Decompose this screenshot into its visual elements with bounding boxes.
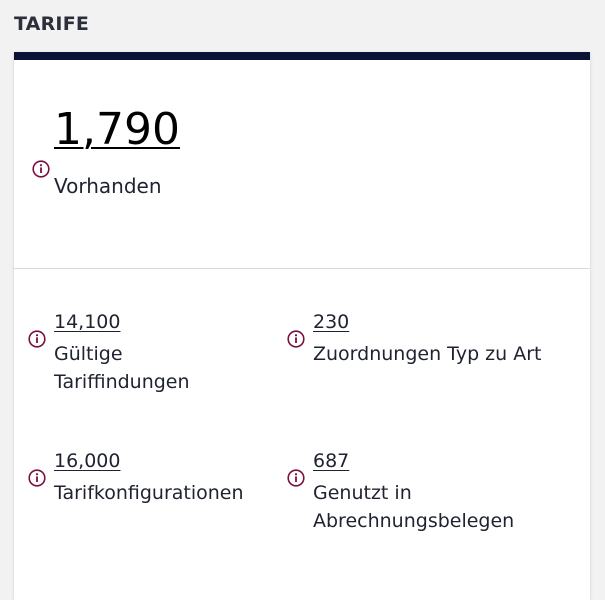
metric-value-link[interactable]: 14,100 bbox=[54, 310, 120, 334]
vorhanden-value-link[interactable]: 1,790 bbox=[54, 104, 180, 156]
metric-gueltige-tariffindungen: 14,100 Gültige Tariffindungen bbox=[28, 310, 278, 400]
vorhanden-label: Vorhanden bbox=[54, 174, 162, 198]
section-title: TARIFE bbox=[14, 13, 90, 35]
info-icon[interactable] bbox=[28, 330, 46, 348]
primary-metric: 1,790 Vorhanden bbox=[14, 60, 590, 268]
tarife-card: 1,790 Vorhanden 14,100 Gültige Tariffind… bbox=[14, 52, 590, 600]
info-icon[interactable] bbox=[287, 469, 305, 487]
metric-value-link[interactable]: 687 bbox=[313, 449, 349, 473]
info-icon[interactable] bbox=[287, 330, 305, 348]
metric-label: Gültige Tariffindungen bbox=[54, 343, 190, 393]
metric-label: Zuordnungen Typ zu Art bbox=[313, 343, 542, 365]
metric-label: Genutzt in Abrechnungsbelegen bbox=[313, 482, 515, 532]
info-icon[interactable] bbox=[32, 160, 50, 178]
metric-zuordnungen-typ-zu-art: 230 Zuordnungen Typ zu Art bbox=[287, 310, 541, 400]
metric-genutzt-in-abrechnungsbelegen: 687 Genutzt in Abrechnungsbelegen bbox=[287, 449, 537, 539]
metric-tarifkonfigurationen: 16,000 Tarifkonfigurationen bbox=[28, 449, 278, 539]
divider bbox=[14, 268, 590, 269]
metric-value-link[interactable]: 230 bbox=[313, 310, 349, 334]
metric-label: Tarifkonfigurationen bbox=[54, 482, 244, 504]
metric-value-link[interactable]: 16,000 bbox=[54, 449, 120, 473]
info-icon[interactable] bbox=[28, 469, 46, 487]
